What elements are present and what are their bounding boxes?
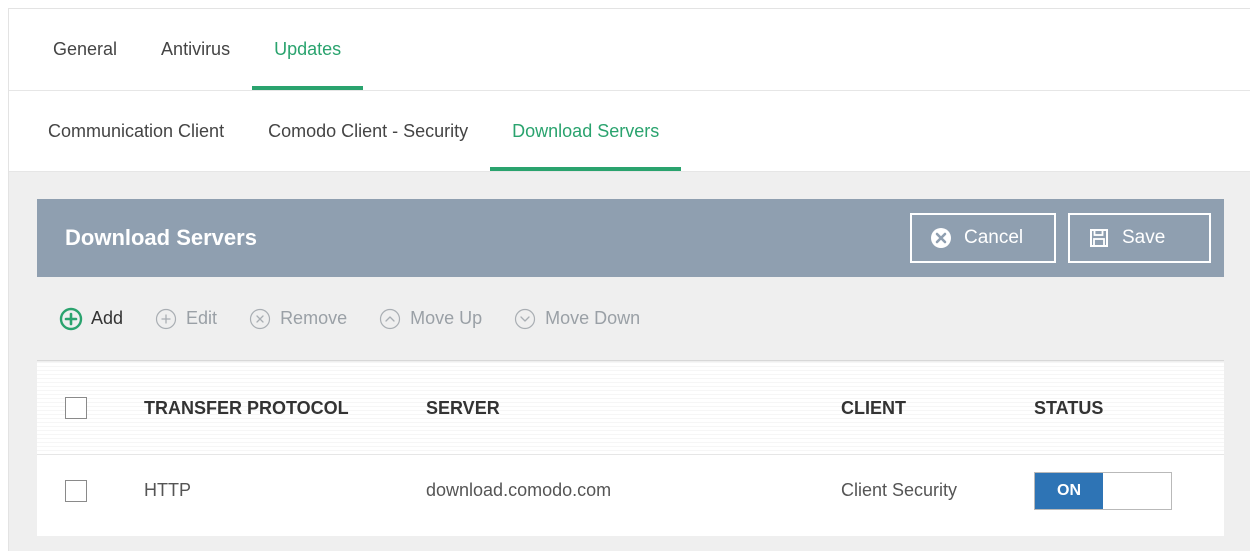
download-servers-table: TRANSFER PROTOCOL SERVER CLIENT STATUS H… [37,362,1224,536]
grid-toolbar: Add Edit Remove Move Up Move Down [37,277,1224,361]
panel-header: Download Servers Cancel Save [37,199,1224,277]
edit-button[interactable]: Edit [155,308,217,330]
column-header-client[interactable]: CLIENT [841,398,1034,419]
header-buttons: Cancel Save [910,213,1211,263]
chevron-up-circle-icon [379,308,401,330]
save-button[interactable]: Save [1068,213,1211,263]
secondary-tab-bar: Communication Client Comodo Client - Sec… [9,91,1250,172]
move-down-label: Move Down [545,308,641,328]
row-checkbox[interactable] [65,479,87,502]
table-row[interactable]: HTTP download.comodo.com Client Security… [37,455,1224,526]
tab-antivirus[interactable]: Antivirus [139,9,252,90]
primary-tab-bar: General Antivirus Updates [9,9,1250,91]
table-header: TRANSFER PROTOCOL SERVER CLIENT STATUS [37,362,1224,455]
column-header-status[interactable]: STATUS [1034,398,1224,419]
save-label: Save [1122,227,1166,248]
cell-server: download.comodo.com [426,480,612,500]
cell-client: Client Security [841,480,958,500]
move-up-button[interactable]: Move Up [379,308,482,330]
status-toggle-on-label: ON [1035,472,1103,509]
subtab-comodo-client-security[interactable]: Comodo Client - Security [246,91,490,171]
edit-label: Edit [186,308,218,328]
x-circle-outline-icon [249,308,271,330]
status-toggle[interactable]: ON [1034,471,1172,510]
column-header-transfer-protocol[interactable]: TRANSFER PROTOCOL [144,398,426,419]
add-label: Add [91,308,124,328]
move-down-button[interactable]: Move Down [514,308,640,330]
cancel-button[interactable]: Cancel [910,213,1056,263]
cell-protocol: HTTP [144,480,191,500]
tab-updates[interactable]: Updates [252,9,364,90]
cell-status: ON [1034,471,1224,510]
subtab-download-servers[interactable]: Download Servers [490,91,682,171]
plus-circle-icon [59,307,83,331]
plus-circle-outline-icon [155,308,177,330]
move-up-label: Move Up [410,308,483,328]
subtab-communication-client[interactable]: Communication Client [26,91,246,171]
floppy-disk-icon [1088,227,1110,249]
tab-general[interactable]: General [31,9,139,90]
remove-button[interactable]: Remove [249,308,347,330]
close-circle-icon [930,227,952,249]
panel-title: Download Servers [65,225,257,250]
chevron-down-circle-icon [514,308,536,330]
remove-label: Remove [280,308,348,328]
select-all-checkbox[interactable] [65,397,87,419]
header-checkbox-cell [37,397,144,419]
content-area: Download Servers Cancel Save Add Edit Re… [9,172,1250,551]
column-header-server[interactable]: SERVER [426,398,841,419]
add-button[interactable]: Add [59,307,123,331]
cancel-label: Cancel [964,227,1024,248]
profile-settings-frame: General Antivirus Updates Communication … [8,8,1250,551]
row-checkbox-cell [37,479,144,502]
